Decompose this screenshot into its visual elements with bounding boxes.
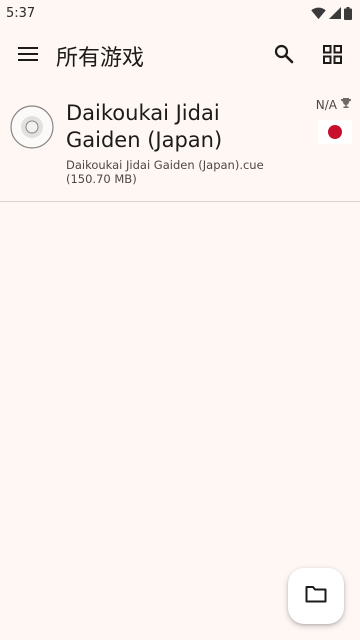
game-file-size: (150.70 MB) <box>66 172 137 186</box>
list-item[interactable]: Daikoukai Jidai Gaiden (Japan) Daikoukai… <box>0 92 360 202</box>
top-app-bar: 所有游戏 <box>0 30 360 82</box>
disc-icon <box>10 105 54 149</box>
cellular-signal-icon <box>329 7 341 19</box>
folder-icon <box>305 585 327 607</box>
search-icon <box>274 44 294 68</box>
game-list: Daikoukai Jidai Gaiden (Japan) Daikoukai… <box>0 92 360 202</box>
game-meta: N/A <box>316 97 352 144</box>
japan-flag-icon <box>318 120 352 144</box>
game-info: Daikoukai Jidai Gaiden (Japan) Daikoukai… <box>66 98 350 189</box>
game-file-name: Daikoukai Jidai Gaiden (Japan).cue <box>66 158 264 172</box>
game-title: Daikoukai Jidai Gaiden (Japan) <box>66 101 223 152</box>
status-bar: 5:37 <box>0 0 360 26</box>
trophy-icon <box>340 97 352 112</box>
menu-icon <box>18 46 38 66</box>
menu-button[interactable] <box>4 32 52 80</box>
screen: 5:37 所有游戏 Daikoukai Jidai Gaiden (Japan)… <box>0 0 360 640</box>
compatibility-label: N/A <box>315 97 337 112</box>
status-time: 5:37 <box>6 5 36 21</box>
compatibility-rating: N/A <box>316 97 352 112</box>
add-folder-button[interactable] <box>288 568 344 624</box>
page-title: 所有游戏 <box>56 46 145 71</box>
status-icons <box>311 6 352 20</box>
flag-sun <box>328 125 342 139</box>
grid-view-icon <box>322 44 342 68</box>
grid-view-button[interactable] <box>308 32 356 80</box>
search-button[interactable] <box>260 32 308 80</box>
wifi-icon <box>311 7 326 20</box>
battery-icon <box>344 6 352 20</box>
